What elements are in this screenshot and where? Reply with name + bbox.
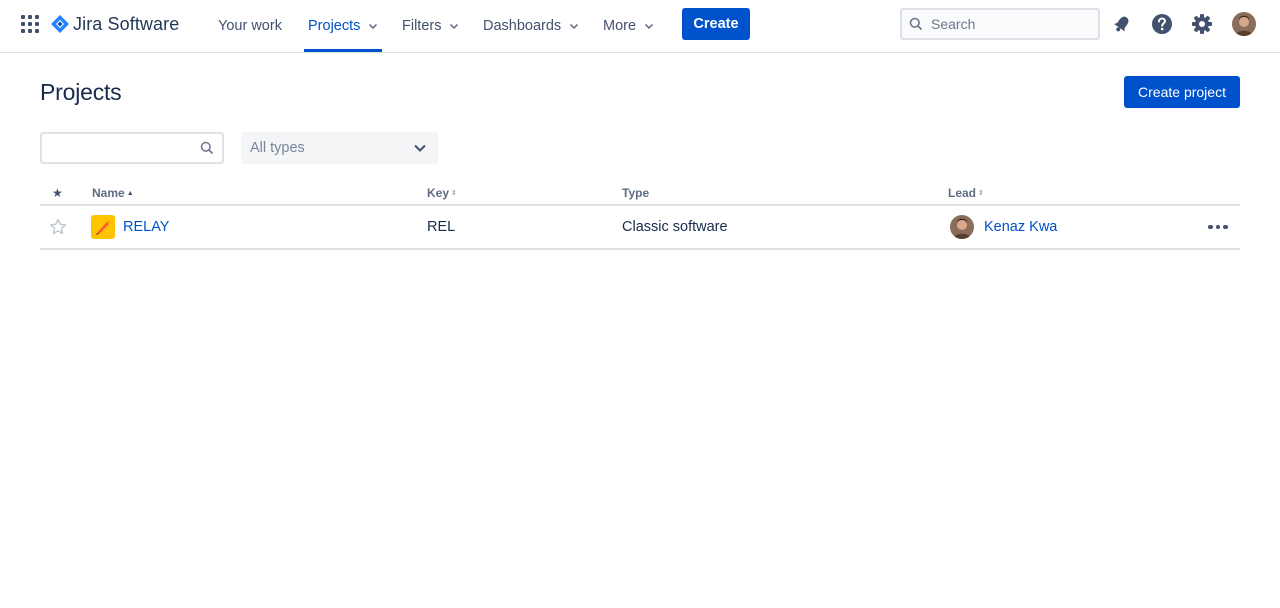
user-avatar[interactable]: [1232, 12, 1256, 36]
sort-icon: ⇕: [451, 189, 457, 197]
column-header-star[interactable]: ★: [52, 186, 63, 200]
more-dot: [1208, 224, 1213, 230]
lead-avatar[interactable]: [950, 215, 974, 239]
projects-table: ★ Name ▲ Key ⇕ Type Lead ⇕ RELAY REL Cla…: [40, 180, 1240, 250]
more-dot: [1223, 224, 1228, 230]
nav-your-work-label: Your work: [218, 18, 282, 34]
column-header-type: Type: [622, 186, 649, 200]
project-lead-cell: Kenaz Kwa: [950, 206, 1057, 248]
star-header-icon: ★: [52, 186, 63, 200]
help-icon[interactable]: [1150, 12, 1174, 36]
nav-projects-label: Projects: [308, 18, 361, 34]
nav-dashboards-label: Dashboards: [483, 18, 562, 34]
nav-more-label: More: [603, 18, 637, 34]
column-header-name[interactable]: Name ▲: [92, 186, 134, 200]
nav-more[interactable]: More: [603, 0, 654, 52]
search-icon: [200, 141, 214, 155]
project-key-cell: REL: [427, 219, 456, 235]
nav-projects[interactable]: Projects: [303, 0, 383, 52]
brand-name: Jira Software: [73, 13, 180, 34]
app-switcher-grid-icon[interactable]: [21, 15, 39, 33]
jira-diamond-icon: [51, 15, 69, 33]
sort-ascending-icon: ▲: [126, 189, 134, 197]
create-button[interactable]: Create: [682, 8, 750, 40]
project-name-link[interactable]: RELAY: [123, 219, 169, 235]
global-search-input[interactable]: [931, 16, 1081, 32]
chevron-down-icon: [644, 23, 654, 30]
column-header-type-label: Type: [622, 186, 650, 200]
search-icon: [909, 17, 923, 31]
sort-icon: ⇕: [978, 189, 984, 197]
chevron-down-icon: [369, 23, 378, 30]
jira-logo[interactable]: Jira Software: [51, 13, 179, 35]
table-header: ★ Name ▲ Key ⇕ Type Lead ⇕: [40, 180, 1240, 206]
project-type-cell: Classic software: [622, 219, 728, 235]
project-type-select[interactable]: All types: [241, 132, 438, 164]
create-project-button[interactable]: Create project: [1124, 76, 1240, 108]
nav-filters-label: Filters: [402, 18, 442, 34]
more-dot: [1215, 224, 1221, 230]
chevron-down-icon: [570, 23, 579, 30]
project-type-select-value: All types: [250, 140, 305, 156]
column-header-name-label: Name: [92, 186, 125, 200]
column-header-key-label: Key: [427, 186, 450, 200]
project-search-field[interactable]: [40, 132, 224, 164]
column-header-lead-label: Lead: [948, 186, 977, 200]
settings-gear-icon[interactable]: [1190, 12, 1214, 36]
table-row: RELAY REL Classic software Kenaz Kwa: [40, 206, 1240, 250]
chevron-down-icon: [414, 144, 426, 152]
chevron-down-icon: [450, 23, 459, 30]
nav-filters[interactable]: Filters: [402, 0, 459, 52]
page-title: Projects: [40, 79, 122, 105]
project-search-input[interactable]: [48, 134, 198, 162]
column-header-key[interactable]: Key ⇕: [427, 186, 457, 200]
more-actions-button[interactable]: [1204, 215, 1232, 239]
notifications-bell-icon[interactable]: [1110, 12, 1134, 36]
global-search[interactable]: [900, 8, 1100, 40]
nav-your-work[interactable]: Your work: [218, 0, 282, 52]
column-header-lead[interactable]: Lead ⇕: [948, 186, 984, 200]
project-lead-link[interactable]: Kenaz Kwa: [984, 219, 1057, 235]
project-name-cell: RELAY: [91, 206, 169, 248]
top-navigation: Jira Software Your work Projects Filters…: [0, 0, 1280, 53]
star-toggle-icon[interactable]: [49, 206, 67, 248]
nav-dashboards[interactable]: Dashboards: [483, 0, 579, 52]
project-avatar-icon: [91, 215, 115, 239]
